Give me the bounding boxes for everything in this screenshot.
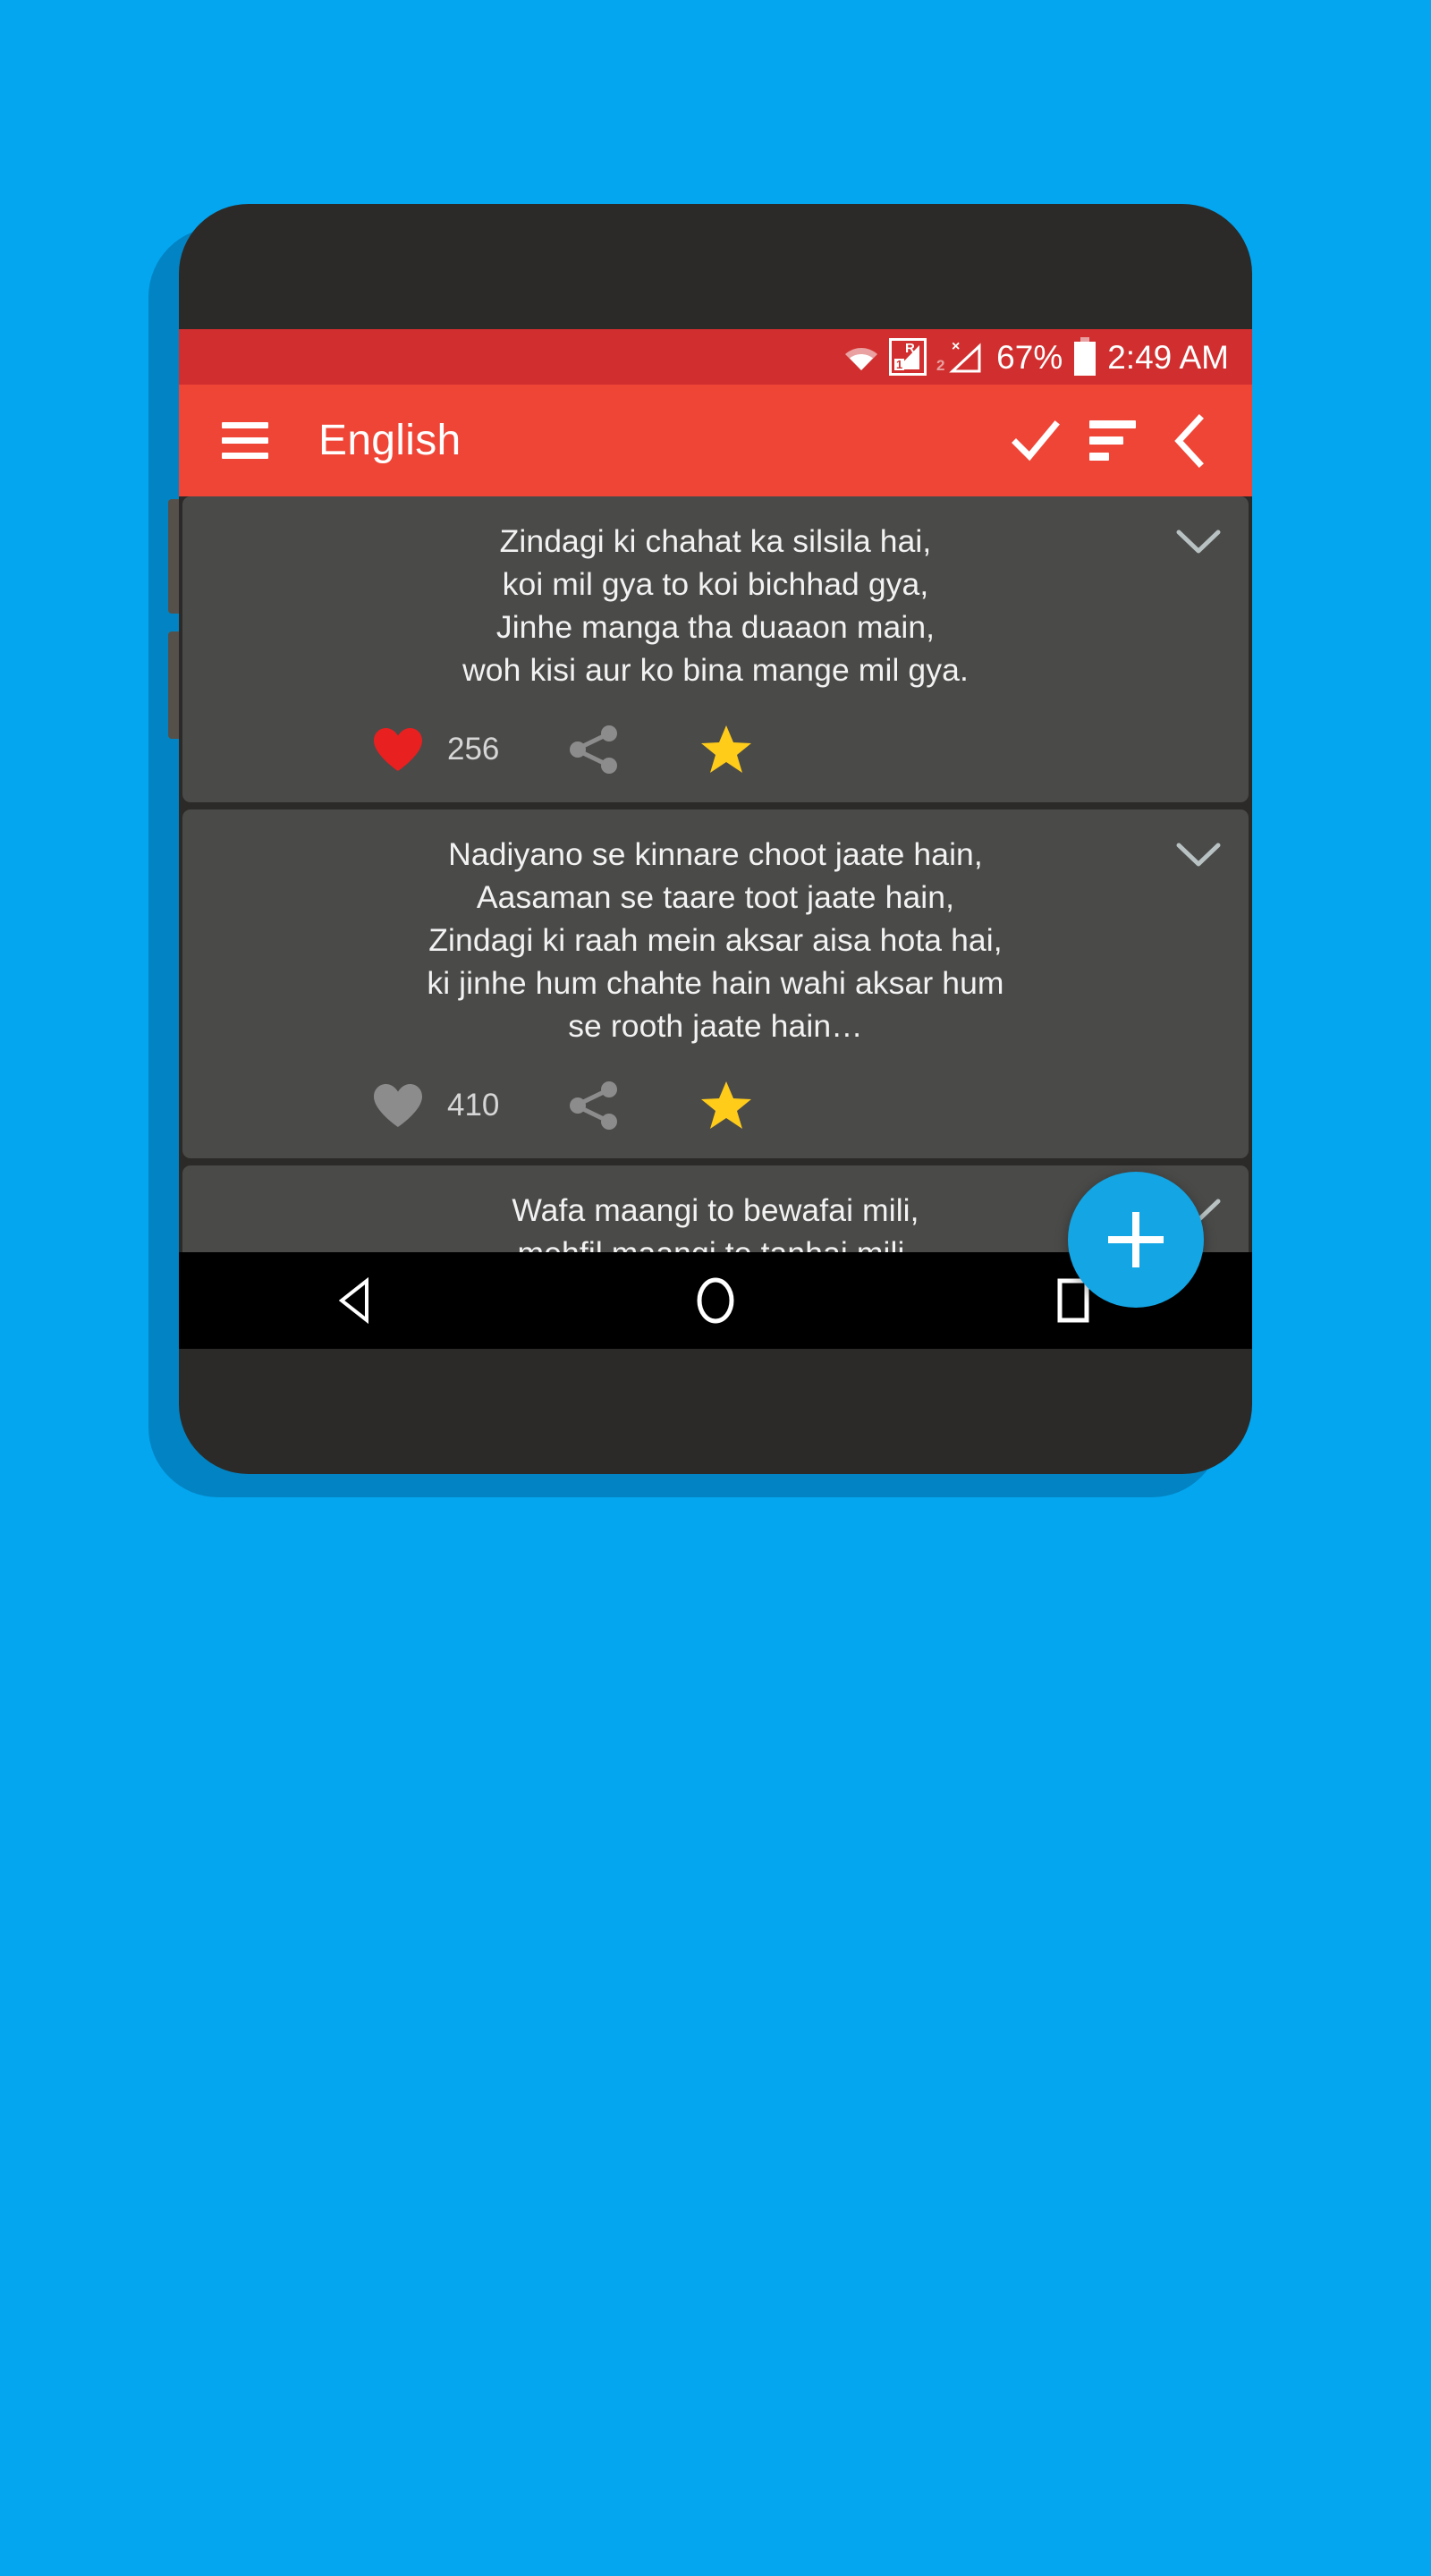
battery-percent-label: 67%	[996, 338, 1063, 376]
favorite-button[interactable]	[685, 1080, 767, 1131]
quote-list[interactable]: Zindagi ki chahat ka silsila hai, koi mi…	[179, 496, 1252, 1349]
quote-line: koi mil gya to koi bichhad gya,	[502, 566, 929, 602]
chevron-down-icon[interactable]	[1173, 527, 1224, 557]
app-bar: English	[179, 385, 1252, 496]
svg-text:1: 1	[896, 358, 902, 371]
hamburger-menu-icon[interactable]	[213, 409, 277, 473]
favorite-button[interactable]	[685, 724, 767, 775]
sort-icon[interactable]	[1080, 409, 1145, 473]
signal-1-roaming-icon: R 1	[889, 338, 927, 376]
like-button[interactable]	[368, 726, 428, 773]
like-count: 410	[447, 1088, 500, 1123]
quote-line: Aasaman se taare toot jaate hain,	[476, 879, 955, 915]
chevron-down-icon[interactable]	[1173, 840, 1224, 870]
clock-label: 2:49 AM	[1107, 338, 1229, 376]
plus-icon-vertical	[1132, 1212, 1139, 1267]
check-icon[interactable]	[1003, 409, 1068, 473]
quote-line: Zindagi ki raah mein aksar aisa hota hai…	[428, 922, 1003, 958]
quote-card[interactable]: Nadiyano se kinnare choot jaate hain, Aa…	[182, 809, 1249, 1158]
signal-2-no-service-icon: 2 ×	[936, 338, 986, 376]
battery-icon	[1072, 337, 1097, 377]
quote-line: woh kisi aur ko bina mange mil gya.	[462, 652, 969, 688]
quote-line: Wafa maangi to bewafai mili,	[512, 1192, 919, 1228]
like-button[interactable]	[368, 1082, 428, 1129]
quote-line: Jinhe manga tha duaaon main,	[495, 609, 936, 645]
quote-line: Nadiyano se kinnare choot jaate hain,	[448, 836, 983, 872]
back-triangle-icon[interactable]	[304, 1252, 411, 1349]
svg-text:×: ×	[952, 339, 960, 354]
quote-card[interactable]: Zindagi ki chahat ka silsila hai, koi mi…	[182, 496, 1249, 802]
home-circle-icon[interactable]	[662, 1252, 769, 1349]
chevron-left-icon[interactable]	[1157, 409, 1222, 473]
phone-screen: R 1 2 × 67% 2:49 AM English Zindagi ki c…	[179, 329, 1252, 1349]
card-actions: 256	[202, 691, 1229, 802]
svg-text:2: 2	[936, 357, 944, 374]
svg-text:R: R	[905, 341, 915, 356]
page-title: English	[318, 417, 461, 464]
status-bar: R 1 2 × 67% 2:49 AM	[179, 329, 1252, 385]
share-icon[interactable]	[553, 724, 635, 775]
like-count: 256	[447, 732, 500, 767]
add-button[interactable]	[1068, 1172, 1204, 1308]
quote-line: Zindagi ki chahat ka silsila hai,	[499, 523, 932, 559]
quote-line: ki jinhe hum chahte hain wahi aksar hum	[427, 965, 1004, 1001]
share-icon[interactable]	[553, 1080, 635, 1131]
quote-body: Nadiyano se kinnare choot jaate hain, Aa…	[202, 833, 1229, 1047]
phone-mockup: R 1 2 × 67% 2:49 AM English Zindagi ki c…	[148, 204, 1252, 1497]
wifi-icon	[843, 343, 879, 371]
card-actions: 410	[202, 1047, 1229, 1158]
quote-line: se rooth jaate hain…	[568, 1008, 863, 1044]
quote-body: Zindagi ki chahat ka silsila hai, koi mi…	[202, 520, 1229, 691]
